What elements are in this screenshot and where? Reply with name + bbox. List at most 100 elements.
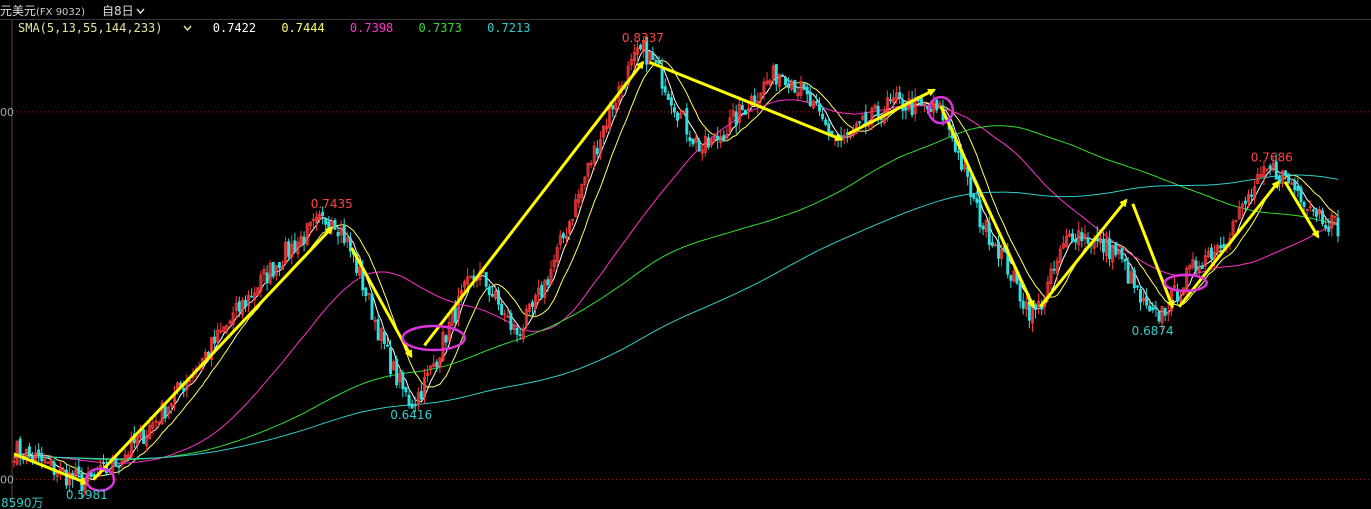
candle-body — [858, 121, 862, 124]
candle-body — [237, 301, 241, 312]
candle-body — [651, 51, 655, 61]
candle-body — [444, 335, 448, 343]
candle-body — [102, 462, 105, 465]
candle-body — [546, 279, 550, 286]
chevron-down-icon — [136, 8, 145, 15]
candle-body — [435, 361, 439, 368]
candle-body — [117, 466, 121, 468]
candle-body — [697, 140, 701, 152]
candle-body — [787, 83, 791, 88]
price-label: 0.6416 — [390, 408, 432, 422]
candle-body — [561, 233, 565, 239]
candle-body — [978, 199, 982, 228]
candle-body — [956, 150, 960, 153]
candle-body — [1154, 306, 1158, 310]
highlight-circle — [401, 324, 466, 352]
candle-body — [509, 312, 513, 330]
candle-body — [27, 446, 31, 456]
price-chart[interactable]: 0.5981 0.7435 0.6416 0.8337 0.6874 0.7686 00 0… — [0, 20, 1371, 509]
instrument-code: (FX 9032) — [36, 7, 86, 18]
candle-body — [413, 404, 417, 407]
candle-body — [919, 97, 923, 106]
candle-body — [1145, 295, 1149, 306]
candle-body — [657, 61, 661, 64]
candle-body — [827, 123, 831, 134]
candle-body — [213, 336, 217, 344]
candle-body — [1250, 194, 1254, 197]
candle-body — [740, 105, 744, 111]
candle-body — [987, 222, 991, 245]
candle-body — [1163, 307, 1167, 316]
candle-body — [419, 390, 423, 400]
candle-body — [40, 452, 44, 462]
trend-arrow — [1177, 180, 1280, 308]
candle-body — [243, 299, 247, 307]
candle-body — [1327, 226, 1331, 232]
candle-body — [802, 83, 806, 90]
candle-body — [407, 394, 411, 406]
candle-body — [271, 262, 275, 277]
bottom-left-label: 8590万 — [1, 496, 44, 509]
candle-body — [1209, 247, 1213, 259]
candle-body — [990, 241, 994, 247]
candle-body — [500, 303, 504, 315]
candle-body — [370, 293, 374, 320]
candle-body — [1114, 242, 1118, 256]
candle-body — [805, 86, 809, 95]
candle-body — [876, 105, 880, 117]
candle-body — [1324, 224, 1328, 229]
candle-body — [77, 466, 81, 475]
candle-body — [401, 372, 405, 390]
candle-body — [336, 231, 340, 237]
candle-body — [487, 286, 491, 296]
candle-body — [1311, 209, 1315, 212]
candle-body — [969, 176, 973, 198]
candle-body — [484, 272, 488, 287]
candle-body — [889, 99, 892, 102]
candle-body — [808, 91, 812, 107]
candle-body — [18, 438, 22, 457]
candle-body — [1268, 165, 1272, 169]
price-label: 0.8337 — [622, 31, 664, 45]
candle-body — [654, 60, 658, 63]
candle-body — [685, 108, 689, 135]
candle-body — [639, 44, 642, 50]
candle-body — [1126, 261, 1130, 284]
candle-body — [818, 103, 821, 112]
instrument-title: 元美元(FX 9032) — [0, 2, 85, 19]
candle-body — [395, 359, 399, 386]
candle-body — [1299, 187, 1303, 203]
y-tick-label: 00 — [0, 474, 14, 487]
candle-body — [1132, 269, 1136, 289]
candle-body — [1284, 170, 1288, 176]
candle-body — [1120, 248, 1124, 260]
candle-body — [385, 344, 389, 347]
candle-body — [531, 301, 534, 307]
candle-body — [1194, 260, 1198, 271]
candle-body — [688, 137, 692, 142]
candle-body — [182, 388, 186, 392]
candle-body — [265, 272, 269, 284]
candle-body — [706, 137, 710, 148]
period-selector[interactable]: 自8日 — [102, 2, 145, 19]
candle-body — [389, 347, 392, 374]
candle-body — [1314, 211, 1318, 217]
candle-body — [1108, 238, 1112, 260]
candle-body — [904, 107, 908, 111]
candle-body — [497, 290, 501, 305]
candle-body — [1071, 233, 1075, 242]
candle-body — [972, 194, 976, 199]
price-label: 0.7686 — [1251, 151, 1293, 165]
candle-body — [1200, 265, 1204, 269]
candle-body — [302, 236, 306, 244]
candle-body — [1219, 245, 1223, 249]
candle-body — [404, 386, 408, 393]
candle-body — [666, 93, 670, 100]
candle-body — [540, 284, 544, 298]
candle-body — [676, 112, 680, 121]
price-label: 0.5981 — [66, 488, 108, 502]
instrument-name: 元美元 — [0, 4, 37, 18]
candle-body — [1302, 202, 1306, 207]
candle-body — [821, 113, 825, 119]
candle-body — [1123, 259, 1127, 262]
